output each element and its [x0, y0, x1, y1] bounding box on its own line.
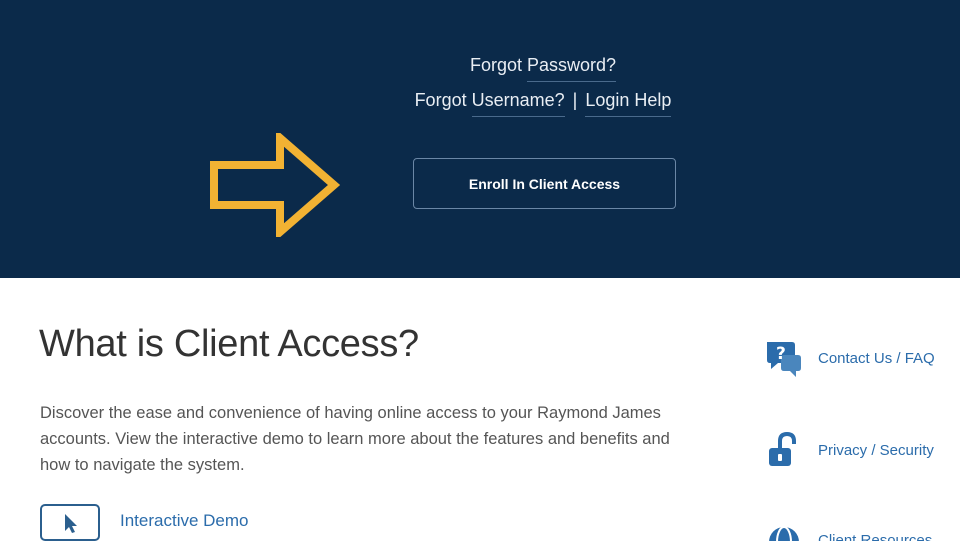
sidebar-item-contact[interactable]: ? Contact Us / FAQ — [764, 338, 935, 378]
sidebar-item-label[interactable]: Privacy / Security — [818, 442, 934, 459]
svg-text:?: ? — [776, 344, 786, 364]
sidebar-item-privacy[interactable]: Privacy / Security — [764, 430, 934, 470]
login-help-link[interactable]: Login Help — [585, 90, 672, 117]
forgot-password-link[interactable]: Password? — [527, 55, 617, 82]
globe-icon — [764, 520, 804, 541]
interactive-demo-link[interactable]: Interactive Demo — [120, 511, 249, 531]
enroll-button[interactable]: Enroll In Client Access — [413, 158, 676, 209]
forgot-password-row: Forgot Password? — [0, 55, 960, 82]
sidebar-item-label[interactable]: Client Resources — [818, 532, 932, 541]
forgot-username-link[interactable]: Username? — [471, 90, 565, 117]
chat-question-icon: ? — [764, 338, 804, 378]
padlock-icon — [764, 430, 804, 470]
arrow-right-icon — [210, 133, 340, 237]
forgot-label: Forgot — [469, 55, 522, 75]
page-title: What is Client Access? — [39, 323, 419, 365]
cursor-icon[interactable] — [40, 504, 100, 541]
forgot-username-row: Forgot Username? | Login Help — [0, 90, 960, 117]
sidebar-item-label[interactable]: Contact Us / FAQ — [818, 350, 935, 367]
sidebar-item-resources[interactable]: Client Resources — [764, 520, 932, 541]
link-separator: | — [572, 90, 578, 110]
page-description: Discover the ease and convenience of hav… — [40, 404, 670, 474]
login-hero: Forgot Password? Forgot Username? | Logi… — [0, 0, 960, 278]
forgot-label: Forgot — [414, 90, 467, 110]
